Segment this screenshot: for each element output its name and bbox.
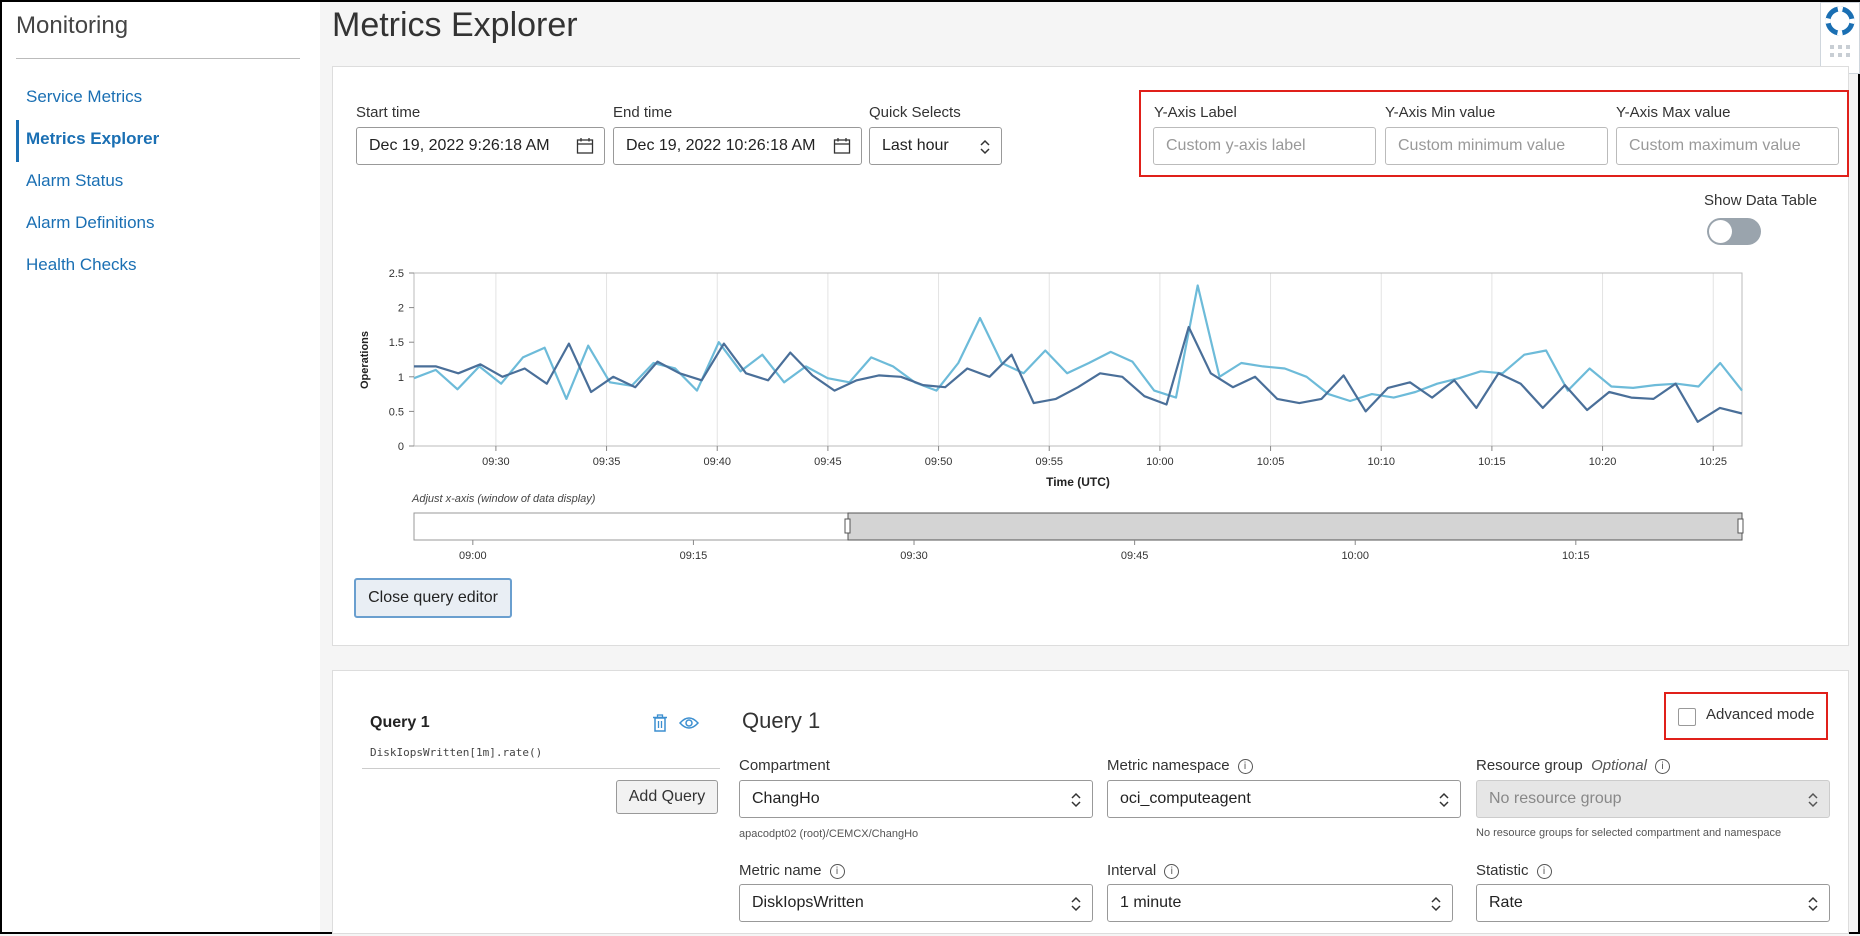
sidebar-item-alarm-definitions[interactable]: Alarm Definitions — [16, 204, 159, 246]
info-icon[interactable]: i — [1164, 864, 1180, 879]
sidebar-item-service-metrics[interactable]: Service Metrics — [16, 78, 159, 120]
interval-label: Interval i — [1107, 862, 1180, 879]
calendar-icon[interactable] — [833, 137, 851, 155]
compartment-value: ChangHo — [752, 790, 820, 807]
metric-name-value: DiskIopsWritten — [752, 894, 864, 911]
trash-icon[interactable] — [652, 714, 668, 732]
show-data-table-toggle[interactable] — [1707, 218, 1761, 245]
updown-chevron-icon — [1439, 792, 1449, 808]
toggle-knob — [1709, 220, 1732, 243]
query-expression: DiskIopsWritten[1m].rate() — [370, 746, 543, 759]
end-time-input[interactable]: Dec 19, 2022 10:26:18 AM — [613, 127, 862, 165]
sidebar-item-alarm-status[interactable]: Alarm Status — [16, 162, 159, 204]
advanced-mode-label[interactable]: Advanced mode — [1706, 706, 1814, 723]
metric-namespace-label: Metric namespace i — [1107, 757, 1253, 774]
query-title: Query 1 — [742, 708, 821, 733]
lifebuoy-icon[interactable] — [1821, 3, 1859, 73]
metric-namespace-value: oci_computeagent — [1120, 790, 1251, 807]
compartment-path: apacodpt02 (root)/CEMCX/ChangHo — [739, 828, 919, 840]
resource-group-optional: Optional — [1591, 757, 1647, 774]
yaxis-label-label: Y-Axis Label — [1154, 104, 1237, 121]
resource-group-value: No resource group — [1489, 790, 1622, 807]
range-slider-left-handle[interactable] — [844, 518, 851, 534]
yaxis-label-input[interactable]: Custom y-axis label — [1153, 127, 1376, 165]
start-time-value: Dec 19, 2022 9:26:18 AM — [369, 137, 550, 154]
resource-group-helper: No resource groups for selected compartm… — [1476, 827, 1782, 839]
statistic-select[interactable]: Rate — [1476, 884, 1830, 922]
end-time-label: End time — [613, 104, 673, 121]
eye-icon[interactable] — [679, 716, 699, 730]
updown-chevron-icon — [1071, 896, 1081, 912]
sidebar: Monitoring Service Metrics Metrics Explo… — [2, 2, 320, 932]
sidebar-title: Monitoring — [16, 12, 129, 39]
sidebar-item-health-checks[interactable]: Health Checks — [16, 246, 159, 288]
updown-chevron-icon — [980, 139, 990, 155]
page-title: Metrics Explorer — [332, 6, 578, 44]
show-data-table-label: Show Data Table — [1704, 192, 1818, 209]
quick-selects-label: Quick Selects — [869, 104, 961, 121]
metric-namespace-select[interactable]: oci_computeagent — [1107, 780, 1461, 818]
compartment-select[interactable]: ChangHo — [739, 780, 1093, 818]
add-query-button[interactable]: Add Query — [616, 780, 718, 814]
statistic-label-text: Statistic — [1476, 862, 1529, 879]
metric-name-label: Metric name i — [739, 862, 845, 879]
advanced-mode-checkbox[interactable] — [1678, 708, 1696, 726]
query-divider — [362, 768, 720, 769]
range-slider-window[interactable] — [847, 512, 1743, 541]
quick-selects-value: Last hour — [882, 137, 949, 154]
sidebar-nav: Service Metrics Metrics Explorer Alarm S… — [16, 78, 159, 288]
start-time-label: Start time — [356, 104, 421, 121]
quick-selects-select[interactable]: Last hour — [869, 127, 1002, 165]
info-icon[interactable]: i — [1237, 759, 1253, 774]
resource-group-label: Resource group Optional i — [1476, 757, 1670, 774]
updown-chevron-icon — [1431, 896, 1441, 912]
yaxis-min-input[interactable]: Custom minimum value — [1385, 127, 1608, 165]
advanced-mode-highlight: Advanced mode — [1664, 692, 1828, 740]
sidebar-item-metrics-explorer[interactable]: Metrics Explorer — [16, 120, 159, 162]
info-icon[interactable]: i — [829, 864, 845, 879]
metric-namespace-label-text: Metric namespace — [1107, 757, 1230, 774]
statistic-value: Rate — [1489, 894, 1523, 911]
info-icon[interactable]: i — [1536, 864, 1552, 879]
interval-select[interactable]: 1 minute — [1107, 884, 1453, 922]
statistic-label: Statistic i — [1476, 862, 1552, 879]
help-widget[interactable] — [1820, 2, 1860, 74]
resource-group-label-text: Resource group — [1476, 757, 1583, 774]
yaxis-max-label: Y-Axis Max value — [1616, 104, 1731, 121]
metric-name-label-text: Metric name — [739, 862, 822, 879]
updown-chevron-icon — [1071, 792, 1081, 808]
yaxis-max-input[interactable]: Custom maximum value — [1616, 127, 1839, 165]
info-icon[interactable]: i — [1654, 759, 1670, 774]
end-time-value: Dec 19, 2022 10:26:18 AM — [626, 137, 816, 154]
interval-label-text: Interval — [1107, 862, 1157, 879]
updown-chevron-icon — [1808, 792, 1818, 808]
close-query-editor-button[interactable]: Close query editor — [354, 578, 512, 618]
range-slider-right-handle[interactable] — [1737, 518, 1744, 534]
yaxis-min-label: Y-Axis Min value — [1385, 104, 1496, 121]
calendar-icon[interactable] — [576, 137, 594, 155]
sidebar-divider — [16, 58, 300, 59]
updown-chevron-icon — [1808, 896, 1818, 912]
metric-name-select[interactable]: DiskIopsWritten — [739, 884, 1093, 922]
start-time-input[interactable]: Dec 19, 2022 9:26:18 AM — [356, 127, 605, 165]
query-list-item-title[interactable]: Query 1 — [370, 714, 430, 732]
interval-value: 1 minute — [1120, 894, 1182, 911]
compartment-label: Compartment — [739, 757, 830, 774]
resource-group-select[interactable]: No resource group — [1476, 780, 1830, 818]
